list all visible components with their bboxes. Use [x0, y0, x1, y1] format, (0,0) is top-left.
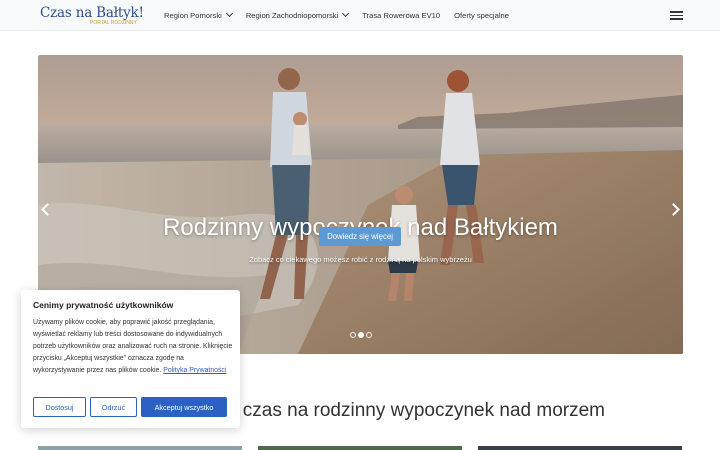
chevron-down-icon — [225, 9, 233, 18]
nav-item-label: Trasa Rowerowa EV10 — [362, 10, 441, 20]
carousel-dot-2[interactable] — [358, 332, 364, 338]
logo-text: Czas na Bałtyk! — [40, 5, 144, 21]
main-nav: Region Pomorski Region Zachodniopomorski… — [164, 0, 523, 30]
privacy-policy-link[interactable]: Polityka Prywatności — [163, 367, 226, 374]
carousel-indicators — [350, 332, 374, 338]
reject-button[interactable]: Odrzuć — [90, 397, 137, 417]
logo-subtitle: PORTAL RODZINNY — [90, 20, 137, 26]
card-image[interactable] — [258, 446, 462, 450]
cookie-text: Używamy plików cookie, aby poprawić jako… — [33, 317, 233, 377]
card-image[interactable] — [38, 446, 242, 450]
cookie-body: Używamy plików cookie, aby poprawić jako… — [33, 319, 233, 374]
carousel-dot-3[interactable] — [366, 332, 372, 338]
hero-subtitle: Zobacz co ciekawego możesz robić z rodzi… — [249, 255, 472, 264]
learn-more-button[interactable]: Dowiedz się więcej — [319, 227, 401, 246]
cookie-title: Cenimy prywatność użytkowników — [33, 300, 174, 310]
nav-item-region-zachodniopomorski[interactable]: Region Zachodniopomorski — [245, 9, 350, 20]
nav-item-label: Oferty specjalne — [454, 10, 509, 20]
section-title: y czas na rodzinny wypoczynek nad morzem — [228, 400, 605, 421]
nav-item-oferty-specjalne[interactable]: Oferty specjalne — [454, 11, 509, 20]
carousel-dot-1[interactable] — [350, 332, 356, 338]
nav-item-region-pomorski[interactable]: Region Pomorski — [164, 9, 233, 20]
nav-item-label: Region Zachodniopomorski — [245, 10, 339, 20]
site-header: Czas na Bałtyk! PORTAL RODZINNY Region P… — [0, 0, 720, 31]
card-image[interactable] — [478, 446, 682, 450]
nav-item-label: Region Pomorski — [164, 10, 222, 20]
nav-item-trasa-rowerowa[interactable]: Trasa Rowerowa EV10 — [362, 11, 440, 20]
hamburger-icon[interactable] — [670, 11, 683, 20]
accept-all-button[interactable]: Akceptuj wszystko — [141, 397, 227, 417]
chevron-down-icon — [342, 9, 350, 18]
cookie-consent-dialog: Cenimy prywatność użytkowników Używamy p… — [21, 290, 240, 428]
customize-button[interactable]: Dostosuj — [33, 397, 86, 417]
